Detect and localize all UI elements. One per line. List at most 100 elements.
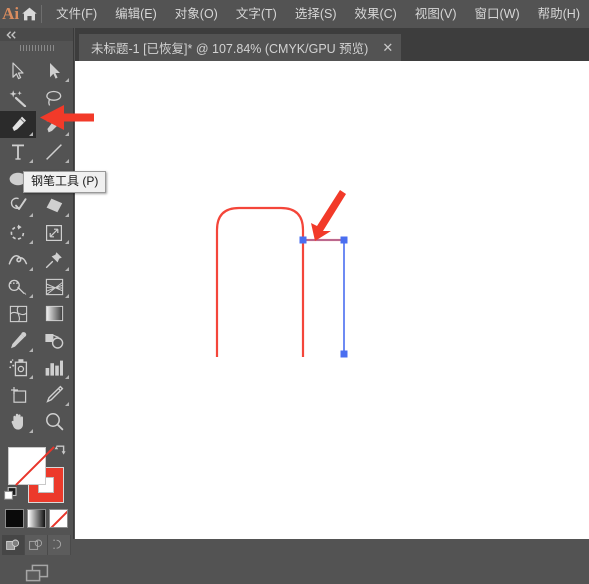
menu-item-select[interactable]: 选择(S) [286,2,346,26]
change-screen-mode-icon [25,564,48,582]
draw-normal-mode-button[interactable] [2,535,25,555]
eraser-icon [46,198,62,213]
tool-zoom[interactable] [36,408,72,435]
menu-item-type[interactable]: 文字(T) [227,2,286,26]
flyout-indicator-icon [65,294,69,298]
flyout-indicator-icon [65,78,69,82]
close-icon[interactable]: ✕ [382,41,393,54]
pen-icon [11,116,26,131]
draw-inside-mode-button[interactable] [48,535,71,555]
type-t-icon [12,144,24,160]
tool-shaper[interactable] [0,192,36,219]
tool-blend[interactable] [36,327,72,354]
draw-behind-icon [29,539,43,550]
tools-panel-drag-handle[interactable] [0,41,73,54]
menu-item-edit[interactable]: 编辑(E) [106,2,166,26]
scale-icon [46,224,63,241]
tool-pen[interactable] [0,111,36,138]
fill-swatch[interactable] [8,446,55,486]
tool-eraser[interactable] [36,192,72,219]
selection-arrow-icon [12,61,24,79]
document-tab-title: 未标题-1 [已恢复]* @ 107.84% (CMYK/GPU 预览) [91,42,369,56]
menu-item-help[interactable]: 帮助(H) [529,2,589,26]
drag-grip-icon [19,44,54,51]
tool-selection[interactable] [0,57,36,84]
swap-fill-stroke-icon[interactable] [53,443,67,457]
canvas-vector-layer [215,190,348,358]
anchor-point[interactable] [340,350,348,358]
menu-item-effect[interactable]: 效果(C) [345,2,405,26]
tool-type[interactable] [0,138,36,165]
change-screen-mode-button[interactable] [0,564,73,584]
anchor-point[interactable] [299,236,307,244]
tool-width[interactable] [0,246,36,273]
menu-item-file[interactable]: 文件(F) [47,2,106,26]
flyout-indicator-icon [29,132,33,136]
canvas-pointer-arrow [311,190,346,241]
collapse-panel-button[interactable] [0,28,73,41]
tool-column-graph[interactable] [36,354,72,381]
fill-stroke-controls [0,441,73,503]
double-chevron-left-icon [6,30,16,39]
tool-scale[interactable] [36,219,72,246]
flyout-indicator-icon [29,159,33,163]
menu-item-object[interactable]: 对象(O) [166,2,227,26]
tool-direct-selection[interactable] [36,57,72,84]
tool-perspective-grid[interactable] [36,273,72,300]
tool-gradient[interactable] [36,300,72,327]
slice-knife-icon [45,385,63,403]
artboard-icon [10,386,26,403]
magnifier-icon [45,413,63,431]
tool-hand[interactable] [0,408,36,435]
flyout-indicator-icon [65,402,69,406]
illustrator-window: Ai 文件(F) 编辑(E) 对象(O) 文字(T) 选择(S) 效果(C) 视… [0,0,589,582]
document-tab[interactable]: 未标题-1 [已恢复]* @ 107.84% (CMYK/GPU 预览) ✕ [79,34,402,61]
tool-symbol-sprayer[interactable] [0,354,36,381]
color-mode-swatches [0,509,73,528]
eyedropper-icon [10,332,26,349]
shaper-icon [10,197,27,210]
flyout-indicator-icon [65,240,69,244]
tool-slice[interactable] [36,381,72,408]
tool-mesh[interactable] [0,300,36,327]
menu-item-view[interactable]: 视图(V) [406,2,466,26]
tool-tooltip: 钢笔工具 (P) [23,171,107,193]
flyout-indicator-icon [29,348,33,352]
anchor-point[interactable] [340,236,348,244]
gradient-icon [45,305,63,322]
perspective-grid-icon [45,278,63,295]
canvas-artboard[interactable] [75,61,589,539]
selected-path-right[interactable] [303,239,345,354]
mesh-icon [9,305,27,322]
flyout-indicator-icon [29,213,33,217]
color-swatch-button[interactable] [5,509,24,528]
toolbar-pointer-arrow [40,105,94,130]
tool-artboard[interactable] [0,381,36,408]
menu-item-window[interactable]: 窗口(W) [466,2,529,26]
width-warp-icon [8,254,28,265]
drawing-mode-buttons [0,535,73,555]
tool-rotate[interactable] [0,219,36,246]
tool-eyedropper[interactable] [0,327,36,354]
document-tab-bar: 未标题-1 [已恢复]* @ 107.84% (CMYK/GPU 预览) ✕ [75,28,589,62]
rounded-path-left[interactable] [215,206,305,357]
tool-shape-builder[interactable] [0,273,36,300]
bar-chart-icon [45,360,63,376]
shape-builder-icon [8,279,27,295]
menu-bar: Ai 文件(F) 编辑(E) 对象(O) 文字(T) 选择(S) 效果(C) 视… [0,0,589,28]
home-icon[interactable] [21,6,38,22]
tool-free-transform[interactable] [36,246,72,273]
tool-line-segment[interactable] [36,138,72,165]
hand-icon [11,413,23,430]
default-fill-stroke-icon[interactable] [4,487,17,500]
draw-inside-icon [53,539,62,549]
draw-behind-mode-button[interactable] [25,535,48,555]
flyout-indicator-icon [29,240,33,244]
flyout-indicator-icon [29,429,33,433]
pushpin-icon [45,251,62,268]
none-swatch-button[interactable] [49,509,68,528]
gradient-swatch-button[interactable] [27,509,46,528]
tool-magic-wand[interactable] [0,84,36,111]
flyout-indicator-icon [29,267,33,271]
flyout-indicator-icon [29,294,33,298]
